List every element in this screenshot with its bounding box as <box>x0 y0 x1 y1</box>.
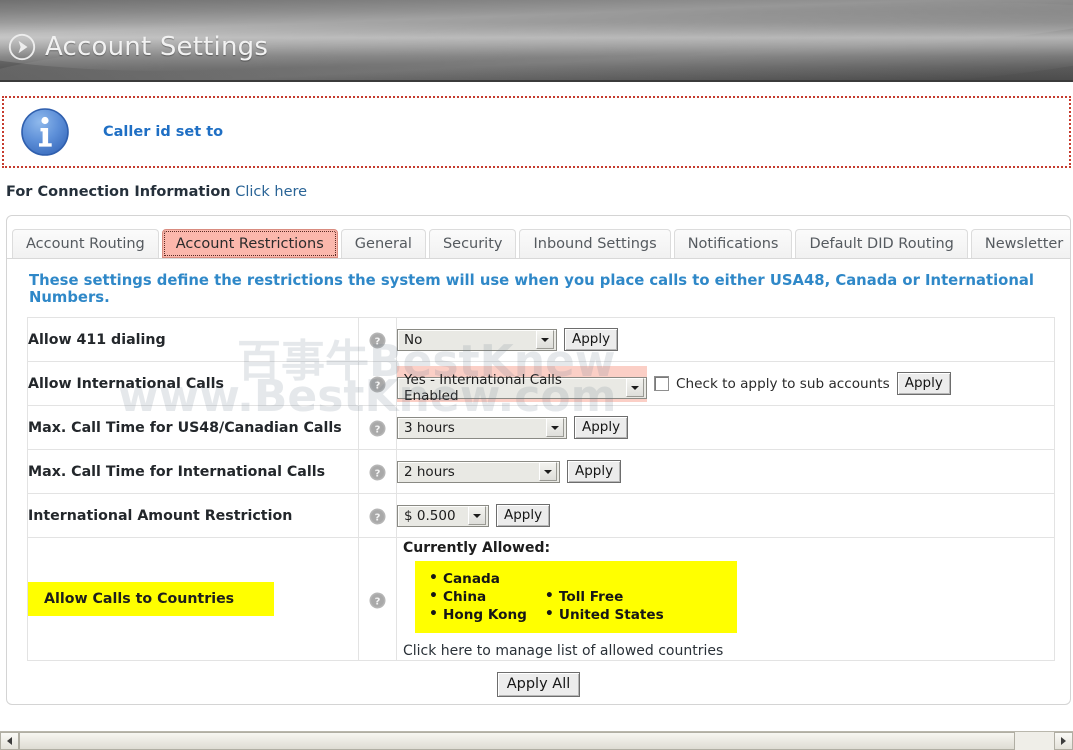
svg-text:?: ? <box>375 512 381 523</box>
currently-allowed-title: Currently Allowed: <box>403 539 551 556</box>
circled-arrow-icon <box>8 33 36 61</box>
list-item: China <box>429 587 527 606</box>
table-row: Allow Calls to Countries ? Currently All… <box>27 537 1055 661</box>
table-row: Max. Call Time for US48/Canadian Calls ?… <box>27 405 1055 450</box>
tab-inbound-settings[interactable]: Inbound Settings <box>519 229 671 258</box>
allow-international-calls-value: Yes - International Calls Enabled <box>404 371 562 404</box>
help-icon[interactable]: ? <box>369 332 386 349</box>
help-cell: ? <box>358 537 397 661</box>
svg-text:?: ? <box>375 596 381 607</box>
tab-default-did-routing[interactable]: Default DID Routing <box>795 229 968 258</box>
allowed-countries-column-2: Toll Free United States <box>527 570 664 624</box>
help-icon[interactable]: ? <box>369 464 386 481</box>
table-row: Allow 411 dialing ? No Apply <box>27 317 1055 362</box>
list-item: United States <box>545 605 664 624</box>
list-item: Toll Free <box>545 587 664 606</box>
manage-allowed-countries-link[interactable]: Click here to manage list of allowed cou… <box>397 633 1054 659</box>
list-item: Canada <box>429 569 527 588</box>
help-icon[interactable]: ? <box>369 508 386 525</box>
connection-information-label: For Connection Information <box>6 184 231 200</box>
max-call-time-international-value: 2 hours <box>404 463 455 480</box>
help-cell: ? <box>358 405 397 450</box>
app-header-banner: Account Settings <box>0 0 1073 82</box>
table-row: International Amount Restriction ? $ 0.5… <box>27 493 1055 538</box>
row-control-allow-international-calls: Yes - International Calls Enabled Check … <box>396 361 1055 406</box>
chevron-down-icon[interactable] <box>626 378 644 397</box>
scroll-left-icon[interactable] <box>0 732 19 750</box>
help-cell: ? <box>358 361 397 406</box>
tab-general[interactable]: General <box>340 229 426 258</box>
apply-button-max-call-time-us48[interactable]: Apply <box>574 416 629 439</box>
tab-security[interactable]: Security <box>428 229 517 258</box>
row-control-allow-calls-to-countries: Currently Allowed: Canada China Hong Kon… <box>396 537 1055 661</box>
help-icon[interactable]: ? <box>369 376 386 393</box>
max-call-time-us48-value: 3 hours <box>404 419 455 436</box>
row-label-allow-411-dialing: Allow 411 dialing <box>27 317 359 362</box>
international-amount-restriction-value: $ 0.500 <box>404 507 456 524</box>
row-label-allow-calls-to-countries: Allow Calls to Countries <box>28 582 275 616</box>
settings-tab-bar: Account Routing Account Restrictions Gen… <box>7 216 1070 259</box>
row-label-max-call-time-international: Max. Call Time for International Calls <box>27 449 359 494</box>
tab-newsletter[interactable]: Newsletter <box>970 229 1070 258</box>
allow-international-calls-select[interactable]: Yes - International Calls Enabled <box>397 372 647 404</box>
row-label-allow-international-calls: Allow International Calls <box>27 361 359 406</box>
tab-notifications[interactable]: Notifications <box>673 229 793 258</box>
table-row: Allow International Calls ? Yes - Intern… <box>27 361 1055 406</box>
row-control-max-call-time-us48: 3 hours Apply <box>396 405 1055 450</box>
row-control-international-amount-restriction: $ 0.500 Apply <box>396 493 1055 538</box>
horizontal-scrollbar[interactable] <box>0 731 1073 750</box>
account-restrictions-table: Allow 411 dialing ? No Apply Allow Inter… <box>27 317 1055 661</box>
row-label-international-amount-restriction: International Amount Restriction <box>27 493 359 538</box>
scroll-right-icon[interactable] <box>1054 732 1073 750</box>
chevron-down-icon[interactable] <box>539 462 557 481</box>
apply-button-max-call-time-international[interactable]: Apply <box>567 460 622 483</box>
max-call-time-us48-select[interactable]: 3 hours <box>397 416 567 439</box>
row-label-cell-allow-calls-to-countries: Allow Calls to Countries <box>27 537 359 661</box>
page-title: Account Settings <box>45 32 269 62</box>
international-calls-select-highlight: Yes - International Calls Enabled <box>397 365 647 404</box>
notice-message: Caller id set to <box>103 124 224 140</box>
help-icon[interactable]: ? <box>369 592 386 609</box>
allowed-countries-box: Canada China Hong Kong Toll Free United … <box>415 560 737 633</box>
svg-text:?: ? <box>375 336 381 347</box>
apply-button-allow-international-calls[interactable]: Apply <box>896 372 951 395</box>
tab-account-routing[interactable]: Account Routing <box>12 229 159 258</box>
svg-text:?: ? <box>375 424 381 435</box>
svg-text:?: ? <box>375 380 381 391</box>
connection-information-link[interactable]: Click here <box>235 184 307 200</box>
info-icon <box>21 108 69 156</box>
help-cell: ? <box>358 493 397 538</box>
apply-all-container: Apply All <box>7 661 1070 697</box>
connection-information-line: For Connection Information Click here <box>6 184 1073 200</box>
allow-411-dialing-value: No <box>404 331 423 348</box>
help-icon[interactable]: ? <box>369 420 386 437</box>
allowed-countries-column-1: Canada China Hong Kong <box>415 569 527 624</box>
apply-to-sub-accounts-checkbox[interactable] <box>654 376 669 391</box>
allow-411-dialing-select[interactable]: No <box>397 328 557 351</box>
chevron-down-icon[interactable] <box>536 330 554 349</box>
list-item: Hong Kong <box>429 605 527 624</box>
section-description: These settings define the restrictions t… <box>29 272 1034 306</box>
scrollbar-thumb[interactable] <box>19 732 1015 750</box>
chevron-down-icon[interactable] <box>546 418 564 437</box>
apply-button-allow-411-dialing[interactable]: Apply <box>564 328 619 351</box>
info-notice-banner: Caller id set to <box>2 96 1071 168</box>
row-control-max-call-time-international: 2 hours Apply <box>396 449 1055 494</box>
help-cell: ? <box>358 449 397 494</box>
row-label-max-call-time-us48: Max. Call Time for US48/Canadian Calls <box>27 405 359 450</box>
svg-text:?: ? <box>375 468 381 479</box>
max-call-time-international-select[interactable]: 2 hours <box>397 460 560 483</box>
international-amount-restriction-select[interactable]: $ 0.500 <box>397 504 489 527</box>
tab-account-restrictions[interactable]: Account Restrictions <box>161 229 338 258</box>
row-control-allow-411-dialing: No Apply <box>396 317 1055 362</box>
apply-all-button[interactable]: Apply All <box>496 672 581 697</box>
table-row: Max. Call Time for International Calls ?… <box>27 449 1055 494</box>
apply-button-international-amount-restriction[interactable]: Apply <box>496 504 551 527</box>
scrollbar-track[interactable] <box>19 732 1054 750</box>
settings-panel: Account Routing Account Restrictions Gen… <box>6 215 1071 705</box>
help-cell: ? <box>358 317 397 362</box>
apply-to-sub-accounts-label: Check to apply to sub accounts <box>676 375 890 392</box>
chevron-down-icon[interactable] <box>468 506 486 525</box>
